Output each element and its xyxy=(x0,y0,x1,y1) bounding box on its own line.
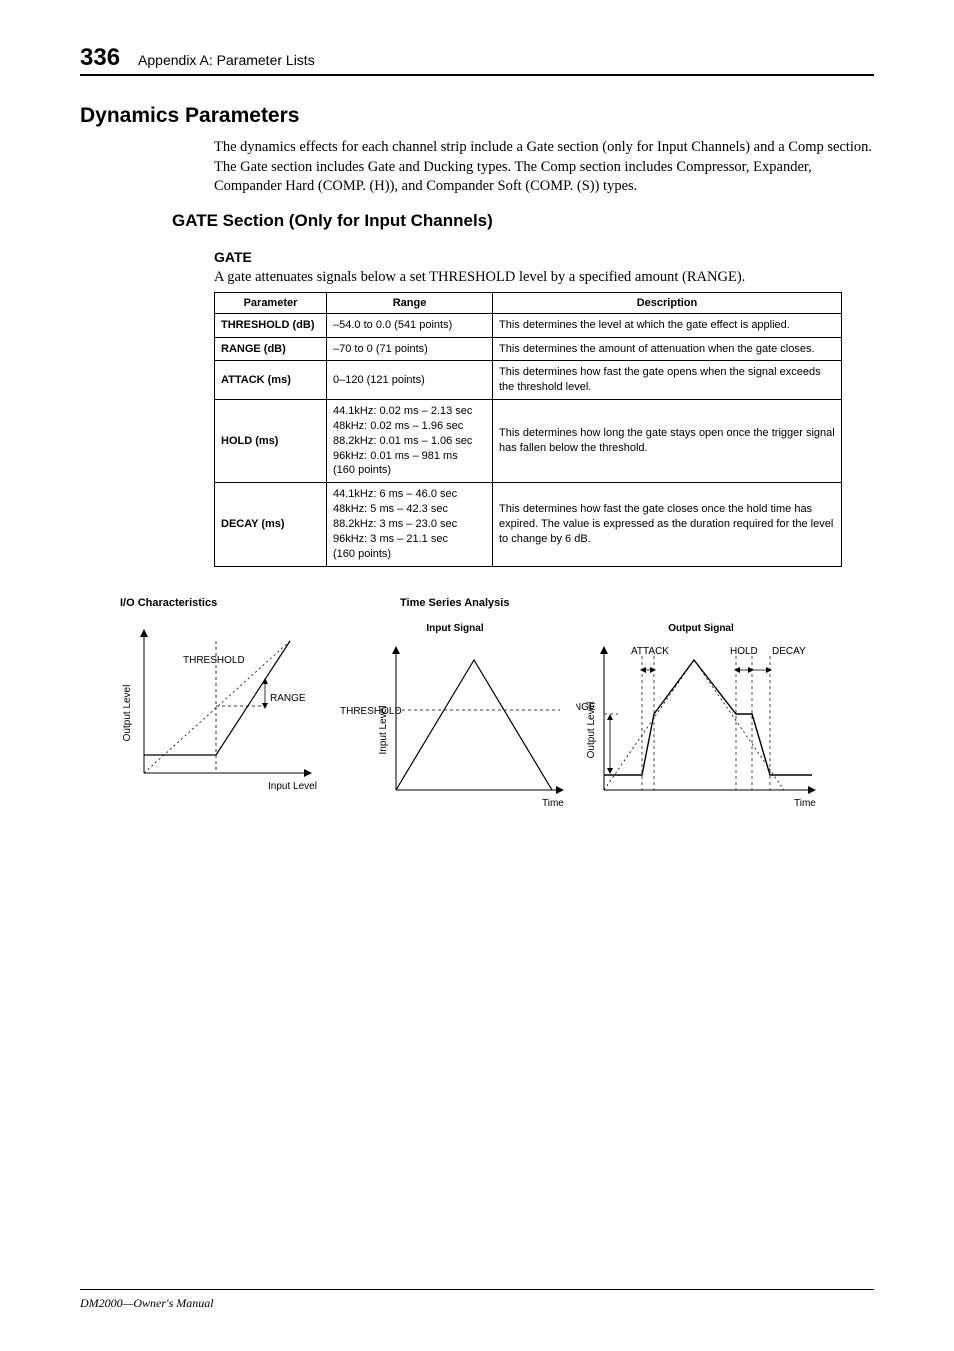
header-section: Appendix A: Parameter Lists xyxy=(138,52,315,68)
heading-3: GATE xyxy=(214,249,874,265)
ts-input-block: Input Signal Input Level THRESHOLD Time xyxy=(340,623,570,825)
io-chart-title: I/O Characteristics xyxy=(120,597,320,609)
cell-range: –70 to 0 (71 points) xyxy=(327,337,493,361)
table-row: THRESHOLD (dB)–54.0 to 0.0 (541 points)T… xyxy=(215,313,842,337)
heading-2: GATE Section (Only for Input Channels) xyxy=(172,211,874,231)
ts-chart-block: Time Series Analysis Input Signal Input … xyxy=(340,597,826,828)
io-chart-block: I/O Characteristics Output Level THRESHO… xyxy=(120,597,320,828)
cell-description: This determines the level at which the g… xyxy=(493,313,842,337)
ts-output-title: Output Signal xyxy=(576,623,826,634)
ts-input-svg: Input Level THRESHOLD Time xyxy=(340,640,570,820)
cell-parameter: DECAY (ms) xyxy=(215,483,327,566)
cell-range: 44.1kHz: 0.02 ms – 2.13 sec48kHz: 0.02 m… xyxy=(327,400,493,483)
table-row: ATTACK (ms)0–120 (121 points)This determ… xyxy=(215,361,842,400)
io-ylabel: Output Level xyxy=(122,684,133,741)
table-row: DECAY (ms)44.1kHz: 6 ms – 46.0 sec48kHz:… xyxy=(215,483,842,566)
cell-range: –54.0 to 0.0 (541 points) xyxy=(327,313,493,337)
th-range: Range xyxy=(327,292,493,313)
cell-parameter: RANGE (dB) xyxy=(215,337,327,361)
cell-range: 44.1kHz: 6 ms – 46.0 sec48kHz: 5 ms – 42… xyxy=(327,483,493,566)
cell-description: This determines how fast the gate opens … xyxy=(493,361,842,400)
ts-chart-title: Time Series Analysis xyxy=(400,597,826,609)
cell-parameter: THRESHOLD (dB) xyxy=(215,313,327,337)
parameter-table: Parameter Range Description THRESHOLD (d… xyxy=(214,292,842,567)
gate-description: A gate attenuates signals below a set TH… xyxy=(214,269,874,286)
footer-text: DM2000—Owner's Manual xyxy=(80,1289,874,1311)
table-row: RANGE (dB)–70 to 0 (71 points)This deter… xyxy=(215,337,842,361)
cell-range: 0–120 (121 points) xyxy=(327,361,493,400)
th-description: Description xyxy=(493,292,842,313)
table-header-row: Parameter Range Description xyxy=(215,292,842,313)
ts-input-title: Input Signal xyxy=(340,623,570,634)
cell-parameter: ATTACK (ms) xyxy=(215,361,327,400)
th-parameter: Parameter xyxy=(215,292,327,313)
ts-range-label: RANGE xyxy=(576,702,596,713)
ts-attack-label: ATTACK xyxy=(631,646,669,657)
ts-threshold-label: THRESHOLD xyxy=(340,706,402,717)
ts-in-xlabel: Time xyxy=(542,798,564,809)
page-number: 336 xyxy=(80,44,120,72)
intro-paragraph: The dynamics effects for each channel st… xyxy=(214,138,874,197)
charts-container: I/O Characteristics Output Level THRESHO… xyxy=(120,597,874,828)
ts-decay-label: DECAY xyxy=(772,646,806,657)
heading-1: Dynamics Parameters xyxy=(80,104,874,128)
ts-output-block: Output Signal xyxy=(576,623,826,825)
table-row: HOLD (ms)44.1kHz: 0.02 ms – 2.13 sec48kH… xyxy=(215,400,842,483)
cell-description: This determines the amount of attenuatio… xyxy=(493,337,842,361)
cell-description: This determines how long the gate stays … xyxy=(493,400,842,483)
cell-parameter: HOLD (ms) xyxy=(215,400,327,483)
io-range-label: RANGE xyxy=(270,693,306,704)
io-threshold-label: THRESHOLD xyxy=(183,655,245,666)
ts-out-xlabel: Time xyxy=(794,798,816,809)
page-header: 336 Appendix A: Parameter Lists xyxy=(80,44,874,76)
cell-description: This determines how fast the gate closes… xyxy=(493,483,842,566)
ts-output-svg: Output Level RANGE ATTACK HOLD DECAY Tim… xyxy=(576,640,826,820)
ts-hold-label: HOLD xyxy=(730,646,758,657)
io-chart-svg: Output Level THRESHOLD RANGE Input Level xyxy=(120,623,320,823)
io-xlabel: Input Level xyxy=(268,781,317,792)
